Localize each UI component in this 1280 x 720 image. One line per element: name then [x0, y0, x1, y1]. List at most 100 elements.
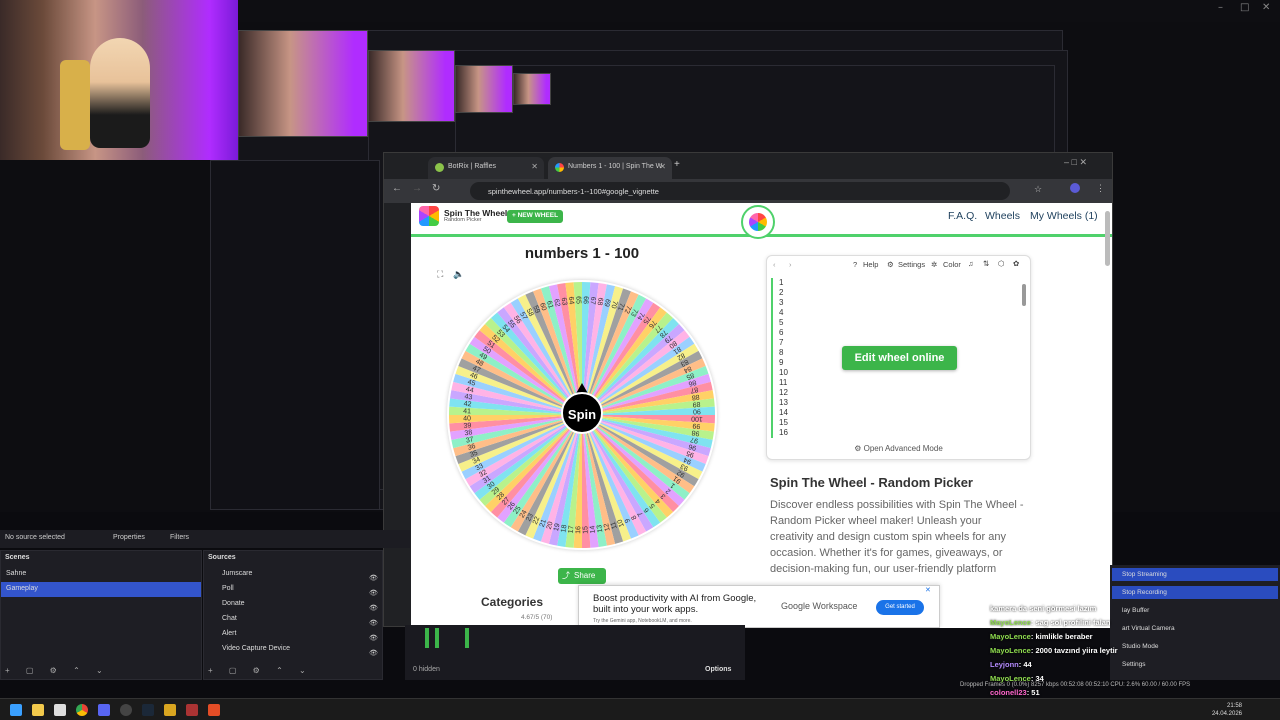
- star-icon[interactable]: ☆: [1034, 184, 1042, 195]
- editor-line[interactable]: 14: [779, 408, 1021, 418]
- scene-controls[interactable]: + ▢ ⚙ ⌃ ⌄: [5, 666, 110, 675]
- page-scrollbar[interactable]: [1105, 211, 1110, 266]
- editor-line[interactable]: 5: [779, 318, 1021, 328]
- chrome-icon[interactable]: [76, 704, 88, 716]
- options-button[interactable]: Options: [705, 666, 731, 673]
- new-wheel-button[interactable]: + NEW WHEEL: [507, 210, 564, 223]
- replay-buffer-button[interactable]: lay Buffer: [1112, 604, 1278, 617]
- ad-banner[interactable]: Boost productivity with AI from Google, …: [578, 585, 940, 628]
- filters-button[interactable]: Filters: [170, 534, 189, 541]
- source-item[interactable]: Jumscare: [204, 567, 382, 582]
- editor-line[interactable]: 13: [779, 398, 1021, 408]
- editor-line[interactable]: 16: [779, 428, 1021, 438]
- editor-line[interactable]: 6: [779, 328, 1021, 338]
- categories-link[interactable]: Categories: [481, 595, 543, 609]
- chat-username[interactable]: MayoLence: [990, 632, 1031, 641]
- source-item[interactable]: Chat: [204, 612, 382, 627]
- source-item[interactable]: Donate: [204, 597, 382, 612]
- app-icon[interactable]: [208, 704, 220, 716]
- wheel-favicon-icon: [555, 163, 564, 172]
- color-icon[interactable]: ✲: [931, 260, 937, 269]
- editor-scrollbar[interactable]: [1022, 284, 1026, 306]
- chat-username[interactable]: Leyjonn: [990, 660, 1019, 669]
- cube-icon[interactable]: ⬡: [998, 259, 1005, 268]
- settings-icon[interactable]: ⚙: [887, 260, 894, 269]
- ad-cta-button[interactable]: Get started: [876, 600, 924, 615]
- obs-icon[interactable]: [120, 704, 132, 716]
- editor-line[interactable]: 15: [779, 418, 1021, 428]
- app-icon[interactable]: [186, 704, 198, 716]
- app-icon[interactable]: [164, 704, 176, 716]
- profile-avatar[interactable]: [1070, 183, 1080, 193]
- settings-button[interactable]: Settings: [1112, 658, 1278, 671]
- sound-icon[interactable]: 🔈: [453, 269, 464, 280]
- forward-icon[interactable]: →: [412, 183, 422, 194]
- source-item[interactable]: Poll: [204, 582, 382, 597]
- help-label[interactable]: Help: [863, 260, 878, 269]
- nav-wheels[interactable]: Wheels: [985, 210, 1020, 222]
- chat-username[interactable]: MayoLence: [990, 646, 1031, 655]
- chat-username[interactable]: colonell23: [990, 688, 1027, 697]
- new-tab-button[interactable]: +: [674, 159, 680, 170]
- virtual-camera-button[interactable]: art Virtual Camera: [1112, 622, 1278, 635]
- music-icon[interactable]: ♫: [968, 259, 974, 268]
- chat-username[interactable]: MayoLence: [990, 674, 1031, 683]
- tab-close-icon[interactable]: ✕: [659, 162, 666, 171]
- file-explorer-icon[interactable]: [32, 704, 44, 716]
- tab-botrix[interactable]: BotRix | Raffles ✕: [428, 157, 544, 179]
- editor-line[interactable]: 12: [779, 388, 1021, 398]
- clock[interactable]: 21:58 24.04.2026: [1212, 702, 1242, 718]
- advanced-mode-link[interactable]: ⚙ Open Advanced Mode: [767, 444, 1030, 453]
- sort-icon[interactable]: ⇅: [983, 259, 989, 268]
- store-icon[interactable]: [54, 704, 66, 716]
- ad-close-icon[interactable]: ✕: [925, 586, 931, 594]
- nav-faq[interactable]: F.A.Q.: [948, 210, 977, 222]
- reload-icon[interactable]: ↻: [432, 183, 440, 194]
- wheel-label: 65: [574, 296, 581, 304]
- url-field[interactable]: spinthewheel.app/numbers-1--100#google_v…: [470, 182, 1010, 200]
- properties-button[interactable]: Properties: [113, 534, 145, 541]
- fullscreen-icon[interactable]: ⛶: [437, 269, 443, 280]
- stop-recording-button[interactable]: Stop Recording: [1112, 586, 1278, 599]
- chat-text: kamera da seni görmesi lazım: [990, 604, 1097, 613]
- more-icon[interactable]: ✿: [1013, 259, 1019, 268]
- spin-button[interactable]: Spin: [561, 392, 603, 434]
- redo-icon[interactable]: ›: [789, 260, 792, 269]
- taskbar: 21:58 24.04.2026: [0, 698, 1280, 720]
- minimize-icon[interactable]: –: [1218, 2, 1223, 13]
- settings-label[interactable]: Settings: [898, 260, 925, 269]
- source-item[interactable]: Video Capture Device: [204, 642, 382, 657]
- editor-line[interactable]: 1: [779, 278, 1021, 288]
- site-header: Spin The Wheel Random Picker + NEW WHEEL…: [411, 203, 1112, 239]
- steam-icon[interactable]: [142, 704, 154, 716]
- chat-username[interactable]: MayoLence: [990, 618, 1031, 627]
- editor-line[interactable]: 3: [779, 298, 1021, 308]
- visibility-icons[interactable]: 👁 👁 👁 👁 👁 👁: [369, 571, 378, 661]
- tab-close-icon[interactable]: ✕: [531, 162, 538, 171]
- scene-item[interactable]: Gameplay: [1, 582, 201, 597]
- share-button[interactable]: ⤴ Share: [558, 568, 606, 584]
- editor-line[interactable]: 4: [779, 308, 1021, 318]
- site-logo-icon[interactable]: [419, 206, 439, 226]
- scene-item[interactable]: Sahne: [1, 567, 201, 582]
- help-icon[interactable]: ?: [853, 260, 857, 269]
- tab-spin-the-wheel[interactable]: Numbers 1 - 100 | Spin The W ✕: [548, 157, 672, 179]
- center-logo-icon[interactable]: [741, 205, 775, 239]
- studio-mode-button[interactable]: Studio Mode: [1112, 640, 1278, 653]
- editor-line[interactable]: 11: [779, 378, 1021, 388]
- color-label[interactable]: Color: [943, 260, 961, 269]
- windows-start-icon[interactable]: [10, 704, 22, 716]
- edit-wheel-online-button[interactable]: Edit wheel online: [842, 346, 957, 370]
- editor-line[interactable]: 2: [779, 288, 1021, 298]
- undo-icon[interactable]: ‹: [773, 260, 776, 269]
- menu-icon[interactable]: ⋮: [1096, 183, 1105, 194]
- stop-streaming-button[interactable]: Stop Streaming: [1112, 568, 1278, 581]
- maximize-icon[interactable]: □: [1240, 2, 1249, 13]
- source-item[interactable]: Alert: [204, 627, 382, 642]
- source-controls[interactable]: + ▢ ⚙ ⌃ ⌄: [208, 666, 313, 675]
- close-icon[interactable]: ✕: [1262, 2, 1270, 13]
- nav-my-wheels[interactable]: My Wheels (1): [1030, 210, 1098, 222]
- back-icon[interactable]: ←: [392, 183, 402, 194]
- window-controls[interactable]: – □ ✕: [1064, 157, 1087, 168]
- discord-icon[interactable]: [98, 704, 110, 716]
